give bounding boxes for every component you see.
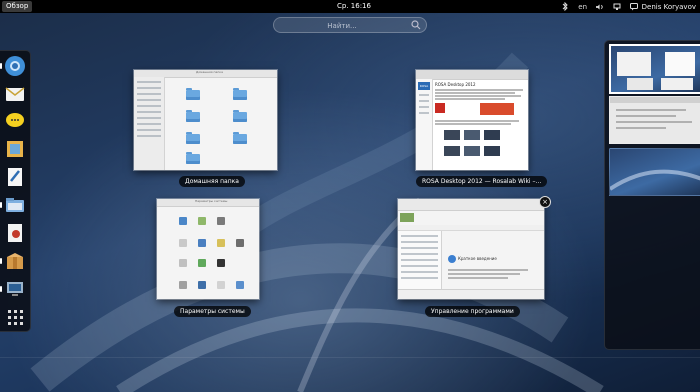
flash-logo bbox=[435, 103, 445, 113]
settings-icon bbox=[217, 239, 225, 247]
screenshot-thumb bbox=[464, 130, 480, 140]
settings-icon bbox=[198, 281, 206, 289]
notes-app-icon[interactable] bbox=[4, 138, 26, 160]
settings-icon bbox=[198, 217, 206, 225]
window-system-settings[interactable]: Параметры системы bbox=[157, 199, 259, 299]
keyboard-layout-indicator[interactable]: en bbox=[578, 3, 587, 11]
workspace-window-thumb bbox=[665, 52, 695, 76]
settings-icon bbox=[179, 239, 187, 247]
info-icon bbox=[448, 255, 456, 263]
package-logo bbox=[400, 213, 414, 222]
wallpaper-swirl bbox=[30, 52, 604, 392]
clock[interactable]: Ср. 16:16 bbox=[337, 0, 371, 13]
messenger-app-icon[interactable] bbox=[4, 110, 26, 132]
text-editor-app-icon[interactable] bbox=[4, 166, 26, 188]
window-label-settings[interactable]: Параметры системы bbox=[174, 306, 251, 317]
settings-icon bbox=[179, 217, 187, 225]
chat-status-icon[interactable] bbox=[629, 2, 638, 11]
folder-icon bbox=[233, 132, 247, 144]
settings-icon bbox=[198, 259, 206, 267]
screenshot-thumb bbox=[484, 130, 500, 140]
rosa-logo: ROSA bbox=[418, 82, 430, 90]
window-label-home[interactable]: Домашняя папка bbox=[179, 176, 245, 187]
folder-icon bbox=[233, 110, 247, 122]
screenshot-thumb bbox=[444, 146, 460, 156]
close-window-button[interactable]: × bbox=[539, 196, 551, 208]
window-label-software[interactable]: Управление программами bbox=[425, 306, 520, 317]
document-viewer-app-icon[interactable] bbox=[4, 222, 26, 244]
workspace-wallpaper bbox=[610, 169, 700, 191]
window-software-manager[interactable]: Краткое введение bbox=[398, 199, 544, 299]
package-manager-app-icon[interactable] bbox=[0, 250, 26, 272]
activities-button[interactable]: Обзор bbox=[2, 1, 33, 12]
intro-heading: Краткое введение bbox=[458, 256, 497, 261]
settings-icon bbox=[236, 281, 244, 289]
menubar bbox=[398, 199, 544, 211]
message-tray-edge bbox=[0, 357, 700, 358]
page-heading: ROSA Desktop 2012 bbox=[435, 82, 476, 87]
folder-icon bbox=[233, 88, 247, 100]
window-title: Домашняя папка bbox=[196, 70, 223, 74]
folder-icon bbox=[186, 88, 200, 100]
volume-icon[interactable] bbox=[595, 3, 604, 11]
folder-icon bbox=[186, 152, 200, 164]
settings-icon bbox=[198, 239, 206, 247]
screenshot-thumb bbox=[464, 146, 480, 156]
system-settings-app-icon[interactable] bbox=[0, 278, 26, 300]
window-label-browser[interactable]: ROSA Desktop 2012 — Rosalab Wiki –... bbox=[416, 176, 548, 187]
show-applications-icon[interactable] bbox=[4, 306, 26, 328]
workspace-switcher bbox=[604, 40, 700, 350]
places-sidebar bbox=[134, 77, 165, 170]
user-menu[interactable]: Denis Koryavov bbox=[642, 3, 696, 11]
settings-icon bbox=[179, 281, 187, 289]
window-home-folder[interactable]: Домашняя папка bbox=[134, 70, 277, 170]
settings-icon bbox=[179, 259, 187, 267]
file-manager-app-icon[interactable] bbox=[0, 194, 26, 216]
system-tray: en Denis Koryavov bbox=[562, 0, 696, 13]
settings-icon bbox=[217, 281, 225, 289]
workspace-1[interactable] bbox=[609, 44, 700, 94]
folder-icon bbox=[186, 132, 200, 144]
screenshot-thumb bbox=[444, 130, 460, 140]
search-input[interactable] bbox=[280, 19, 404, 33]
search-entry[interactable] bbox=[273, 17, 427, 33]
chromium-app-icon[interactable] bbox=[0, 55, 26, 77]
window-title: Параметры системы bbox=[195, 199, 228, 203]
settings-icon bbox=[217, 259, 225, 267]
workspace-window-thumb bbox=[617, 52, 651, 76]
folder-icon bbox=[186, 110, 200, 122]
screenshot-thumb bbox=[484, 146, 500, 156]
java-logo bbox=[480, 103, 514, 115]
network-icon[interactable] bbox=[613, 3, 621, 11]
workspace-2[interactable] bbox=[609, 96, 700, 144]
window-titlebar: Параметры системы bbox=[157, 199, 259, 207]
wiki-sidebar: ROSA bbox=[416, 79, 433, 170]
workspace-window-thumb bbox=[627, 78, 653, 90]
search-icon bbox=[411, 20, 421, 30]
top-bar: Обзор Ср. 16:16 en Denis Koryavov bbox=[0, 0, 700, 13]
workspace-3[interactable] bbox=[609, 148, 700, 196]
mail-app-icon[interactable] bbox=[4, 83, 26, 105]
bluetooth-icon[interactable] bbox=[562, 2, 570, 11]
workspace-window-thumb bbox=[661, 78, 693, 90]
settings-icon bbox=[217, 217, 225, 225]
status-bar bbox=[398, 289, 544, 299]
dash bbox=[0, 50, 31, 332]
settings-icon bbox=[236, 239, 244, 247]
window-browser[interactable]: ROSA ROSA Desktop 2012 bbox=[416, 70, 528, 170]
